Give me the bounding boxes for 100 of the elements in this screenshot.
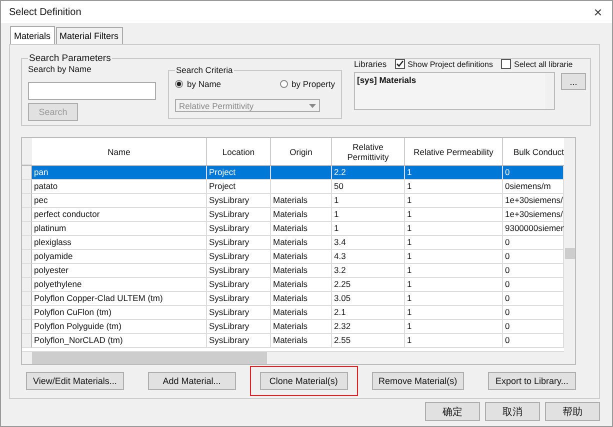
table-cell: 2.2 — [332, 166, 405, 180]
table-cell: SysLibrary — [207, 194, 271, 208]
table-cell: platinum — [32, 222, 207, 236]
table-row[interactable]: plexiglass SysLibrary Materials 3.4 1 0 — [22, 236, 564, 250]
table-cell: plexiglass — [32, 236, 207, 250]
table-cell: pan — [32, 166, 207, 180]
list-item[interactable]: [sys] Materials — [357, 75, 416, 85]
table-cell: SysLibrary — [207, 334, 271, 348]
dialog-button[interactable]: 取消 — [485, 402, 540, 421]
field-label: Libraries — [354, 59, 387, 69]
table-cell: 1 — [405, 320, 503, 334]
table-cell: 50 — [332, 180, 405, 194]
table-row[interactable]: patato Project 50 1 0siemens/m — [22, 180, 564, 194]
table-cell: Polyflon CuFlon (tm) — [32, 306, 207, 320]
table-row[interactable]: platinum SysLibrary Materials 1 1 9300000siemen — [22, 222, 564, 236]
table-cell: 1 — [405, 334, 503, 348]
table-cell: 3.4 — [332, 236, 405, 250]
checkbox[interactable]: Select all librarie — [501, 59, 573, 69]
table-cell: 1 — [332, 194, 405, 208]
table-cell: SysLibrary — [207, 320, 271, 334]
action-button[interactable]: Clone Material(s) — [260, 372, 348, 390]
column-header[interactable]: Name — [32, 138, 207, 165]
table-cell: Project — [207, 166, 271, 180]
table-row[interactable]: pec SysLibrary Materials 1 1 1e+30siemens/ — [22, 194, 564, 208]
table-cell: 1 — [405, 264, 503, 278]
tab[interactable]: Material Filters — [56, 27, 123, 44]
group-title: Search Criteria — [175, 65, 234, 75]
table-row[interactable]: polyester SysLibrary Materials 3.2 1 0 — [22, 264, 564, 278]
table-cell: Materials — [271, 334, 332, 348]
table-cell: SysLibrary — [207, 250, 271, 264]
table-cell: SysLibrary — [207, 306, 271, 320]
checkbox-box[interactable] — [394, 59, 405, 69]
browse-button[interactable]: ... — [561, 73, 586, 90]
table-row[interactable]: polyamide SysLibrary Materials 4.3 1 0 — [22, 250, 564, 264]
table-row[interactable]: Polyflon Polyguide (tm) SysLibrary Materials 2.32 1 0 — [22, 320, 564, 334]
table-cell: 1 — [332, 208, 405, 222]
table-cell: 3.2 — [332, 264, 405, 278]
table-cell: 1 — [405, 222, 503, 236]
vertical-scrollbar[interactable] — [564, 138, 575, 364]
table-cell: 1 — [405, 208, 503, 222]
table-cell: 1 — [405, 236, 503, 250]
table-cell — [271, 180, 332, 194]
radio-option[interactable]: by Property — [280, 79, 335, 89]
table-cell: Materials — [271, 208, 332, 222]
table-cell: SysLibrary — [207, 292, 271, 306]
table-row[interactable]: Polyflon CuFlon (tm) SysLibrary Materials 2.1 1 0 — [22, 306, 564, 320]
horizontal-scrollbar[interactable] — [22, 351, 564, 364]
scrollbar[interactable] — [545, 73, 554, 109]
table-cell: Polyflon Polyguide (tm) — [32, 320, 207, 334]
action-button[interactable]: View/Edit Materials... — [26, 372, 124, 390]
table-cell: Polyflon_NorCLAD (tm) — [32, 334, 207, 348]
table-cell: Materials — [271, 264, 332, 278]
table-cell: SysLibrary — [207, 264, 271, 278]
table-cell: 1 — [405, 292, 503, 306]
field-label: Search by Name — [28, 64, 92, 74]
table-cell: Materials — [271, 320, 332, 334]
table-cell: Polyflon Copper-Clad ULTEM (tm) — [32, 292, 207, 306]
table-cell: SysLibrary — [207, 222, 271, 236]
table-cell: 1 — [332, 222, 405, 236]
table-cell: Materials — [271, 236, 332, 250]
table-row[interactable]: Polyflon_NorCLAD (tm) SysLibrary Materials 2.55 1 0 — [22, 334, 564, 348]
table-cell: pec — [32, 194, 207, 208]
table-row[interactable]: pan Project 2.2 1 0 — [22, 166, 564, 180]
table-cell: perfect conductor — [32, 208, 207, 222]
search-field[interactable] — [28, 82, 156, 100]
library-list[interactable]: [sys] Materials — [354, 72, 556, 110]
table-cell: Materials — [271, 194, 332, 208]
table-cell: Materials — [271, 278, 332, 292]
table-cell: polyamide — [32, 250, 207, 264]
checkbox[interactable]: Show Project definitions — [394, 59, 493, 69]
radio-option[interactable]: by Name — [175, 79, 222, 89]
checkbox-box[interactable] — [501, 59, 511, 69]
group-title: Search Parameters — [28, 53, 112, 64]
check-icon — [396, 60, 404, 68]
table-cell: 2.1 — [332, 306, 405, 320]
window-title: Select Definition — [9, 6, 82, 18]
table-cell: SysLibrary — [207, 236, 271, 250]
table-cell: Project — [207, 180, 271, 194]
table-cell: 2.25 — [332, 278, 405, 292]
dialog-button[interactable]: 帮助 — [545, 402, 600, 421]
table-cell: 1 — [405, 180, 503, 194]
table-cell: Materials — [271, 222, 332, 236]
table-cell: 1 — [405, 194, 503, 208]
table-cell: 1 — [405, 278, 503, 292]
table-cell: 4.3 — [332, 250, 405, 264]
action-button[interactable]: Export to Library... — [488, 372, 576, 390]
table-cell: SysLibrary — [207, 278, 271, 292]
table-cell: polyethylene — [32, 278, 207, 292]
table-cell: Materials — [271, 306, 332, 320]
table-row[interactable]: polyethylene SysLibrary Materials 2.25 1 0 — [22, 278, 564, 292]
table-cell: Materials — [271, 292, 332, 306]
table-row[interactable]: Polyflon Copper-Clad ULTEM (tm) SysLibrary Materials 3.05 1 0 — [22, 292, 564, 306]
close-button[interactable]: × — [592, 5, 604, 19]
action-button[interactable]: Add Material... — [148, 372, 236, 390]
action-button[interactable]: Remove Material(s) — [372, 372, 464, 390]
dialog-button[interactable]: 确定 — [425, 402, 480, 421]
tab[interactable]: Materials — [10, 26, 55, 44]
table-cell: SysLibrary — [207, 208, 271, 222]
table-row[interactable]: perfect conductor SysLibrary Materials 1 1 1e+30siemens/ — [22, 208, 564, 222]
table-cell: 1 — [405, 166, 503, 180]
